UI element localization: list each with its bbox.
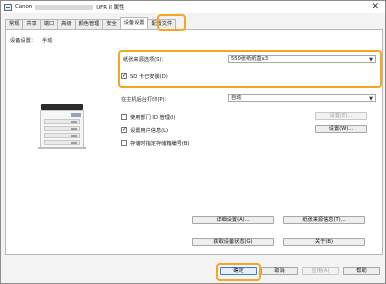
tab-general[interactable]: 常规 <box>5 19 24 29</box>
host-spooling-label: 在主机后台打印(P)： <box>121 97 170 103</box>
printer-illustration <box>38 104 86 149</box>
help-button[interactable]: 帮助 <box>343 267 380 275</box>
get-device-status-button[interactable]: 获取设备状态(G) <box>192 238 274 246</box>
tab-sharing[interactable]: 共享 <box>22 19 41 29</box>
department-id-label: 使用部门 ID 管理(I) <box>130 115 176 121</box>
window-title-suffix: UFR II 属性 <box>96 5 125 11</box>
host-spooling-value: 自动 <box>231 95 242 101</box>
tab-device-settings[interactable]: 设备设置 <box>119 17 149 29</box>
host-spooling-select[interactable]: 自动 ▼ <box>228 94 376 102</box>
tab-profile[interactable]: 配置文件 <box>147 19 177 29</box>
store-job-label: 存储时指定存储箱编号(B) <box>130 141 190 147</box>
store-job-checkbox[interactable] <box>121 140 127 146</box>
printer-window-icon <box>4 3 12 11</box>
ok-button[interactable]: 确定 <box>220 267 257 275</box>
department-id-checkbox[interactable] <box>121 114 127 120</box>
printer-properties-window: Canon UFR II 属性 ✕ 常规 共享 端口 高级 颜色管理 安全 设备… <box>0 0 386 284</box>
paper-source-value: 550张纸纸盒x3 <box>231 56 269 62</box>
tab-advanced[interactable]: 高级 <box>57 19 76 29</box>
paper-source-select[interactable]: 550张纸纸盒x3 ▼ <box>228 55 376 63</box>
title-bar: Canon UFR II 属性 ✕ <box>1 1 385 13</box>
sd-card-checkbox[interactable] <box>121 72 127 79</box>
window-title-prefix: Canon <box>15 4 33 10</box>
device-settings-label: 设备设置： <box>10 38 36 44</box>
printer-tray <box>44 126 80 131</box>
cancel-button[interactable]: 取消 <box>261 267 298 275</box>
printer-tray <box>44 133 80 138</box>
department-id-settings-button[interactable]: 设置(E)... <box>315 112 367 120</box>
printer-tray <box>44 140 80 145</box>
paper-source-info-button[interactable]: 纸张来源信息(T)... <box>283 216 365 224</box>
tab-security[interactable]: 安全 <box>102 19 121 29</box>
device-settings-panel: 设备设置： 手动 纸张来源选项(S)： 550张纸纸盒x3 ▼ SD 卡已安装(… <box>5 29 383 255</box>
apply-button[interactable]: 应用(A) <box>302 267 339 275</box>
tab-ports[interactable]: 端口 <box>39 19 59 29</box>
printer-tray <box>44 119 80 124</box>
sd-card-label: SD 卡已安装(D) <box>130 74 168 80</box>
user-info-settings-button[interactable]: 设置(W)... <box>315 125 367 133</box>
about-button[interactable]: 关于(B) <box>283 238 365 246</box>
close-icon[interactable]: ✕ <box>371 2 379 12</box>
tab-color-management[interactable]: 颜色管理 <box>74 19 104 29</box>
device-settings-value: 手动 <box>42 38 53 44</box>
tab-strip: 常规 共享 端口 高级 颜色管理 安全 设备设置 配置文件 <box>5 17 177 29</box>
printer-control-panel <box>71 113 81 117</box>
printer-base <box>38 147 86 149</box>
user-info-label: 设置用户信息(L) <box>130 128 169 134</box>
printer-body <box>40 110 84 148</box>
chevron-down-icon: ▼ <box>369 96 373 102</box>
chevron-down-icon: ▼ <box>369 57 373 63</box>
paper-source-label: 纸张来源选项(S)： <box>123 57 167 63</box>
redacted-model-name <box>35 4 94 10</box>
user-info-checkbox[interactable] <box>121 126 127 133</box>
details-button[interactable]: 详细设置(A)... <box>192 216 274 224</box>
